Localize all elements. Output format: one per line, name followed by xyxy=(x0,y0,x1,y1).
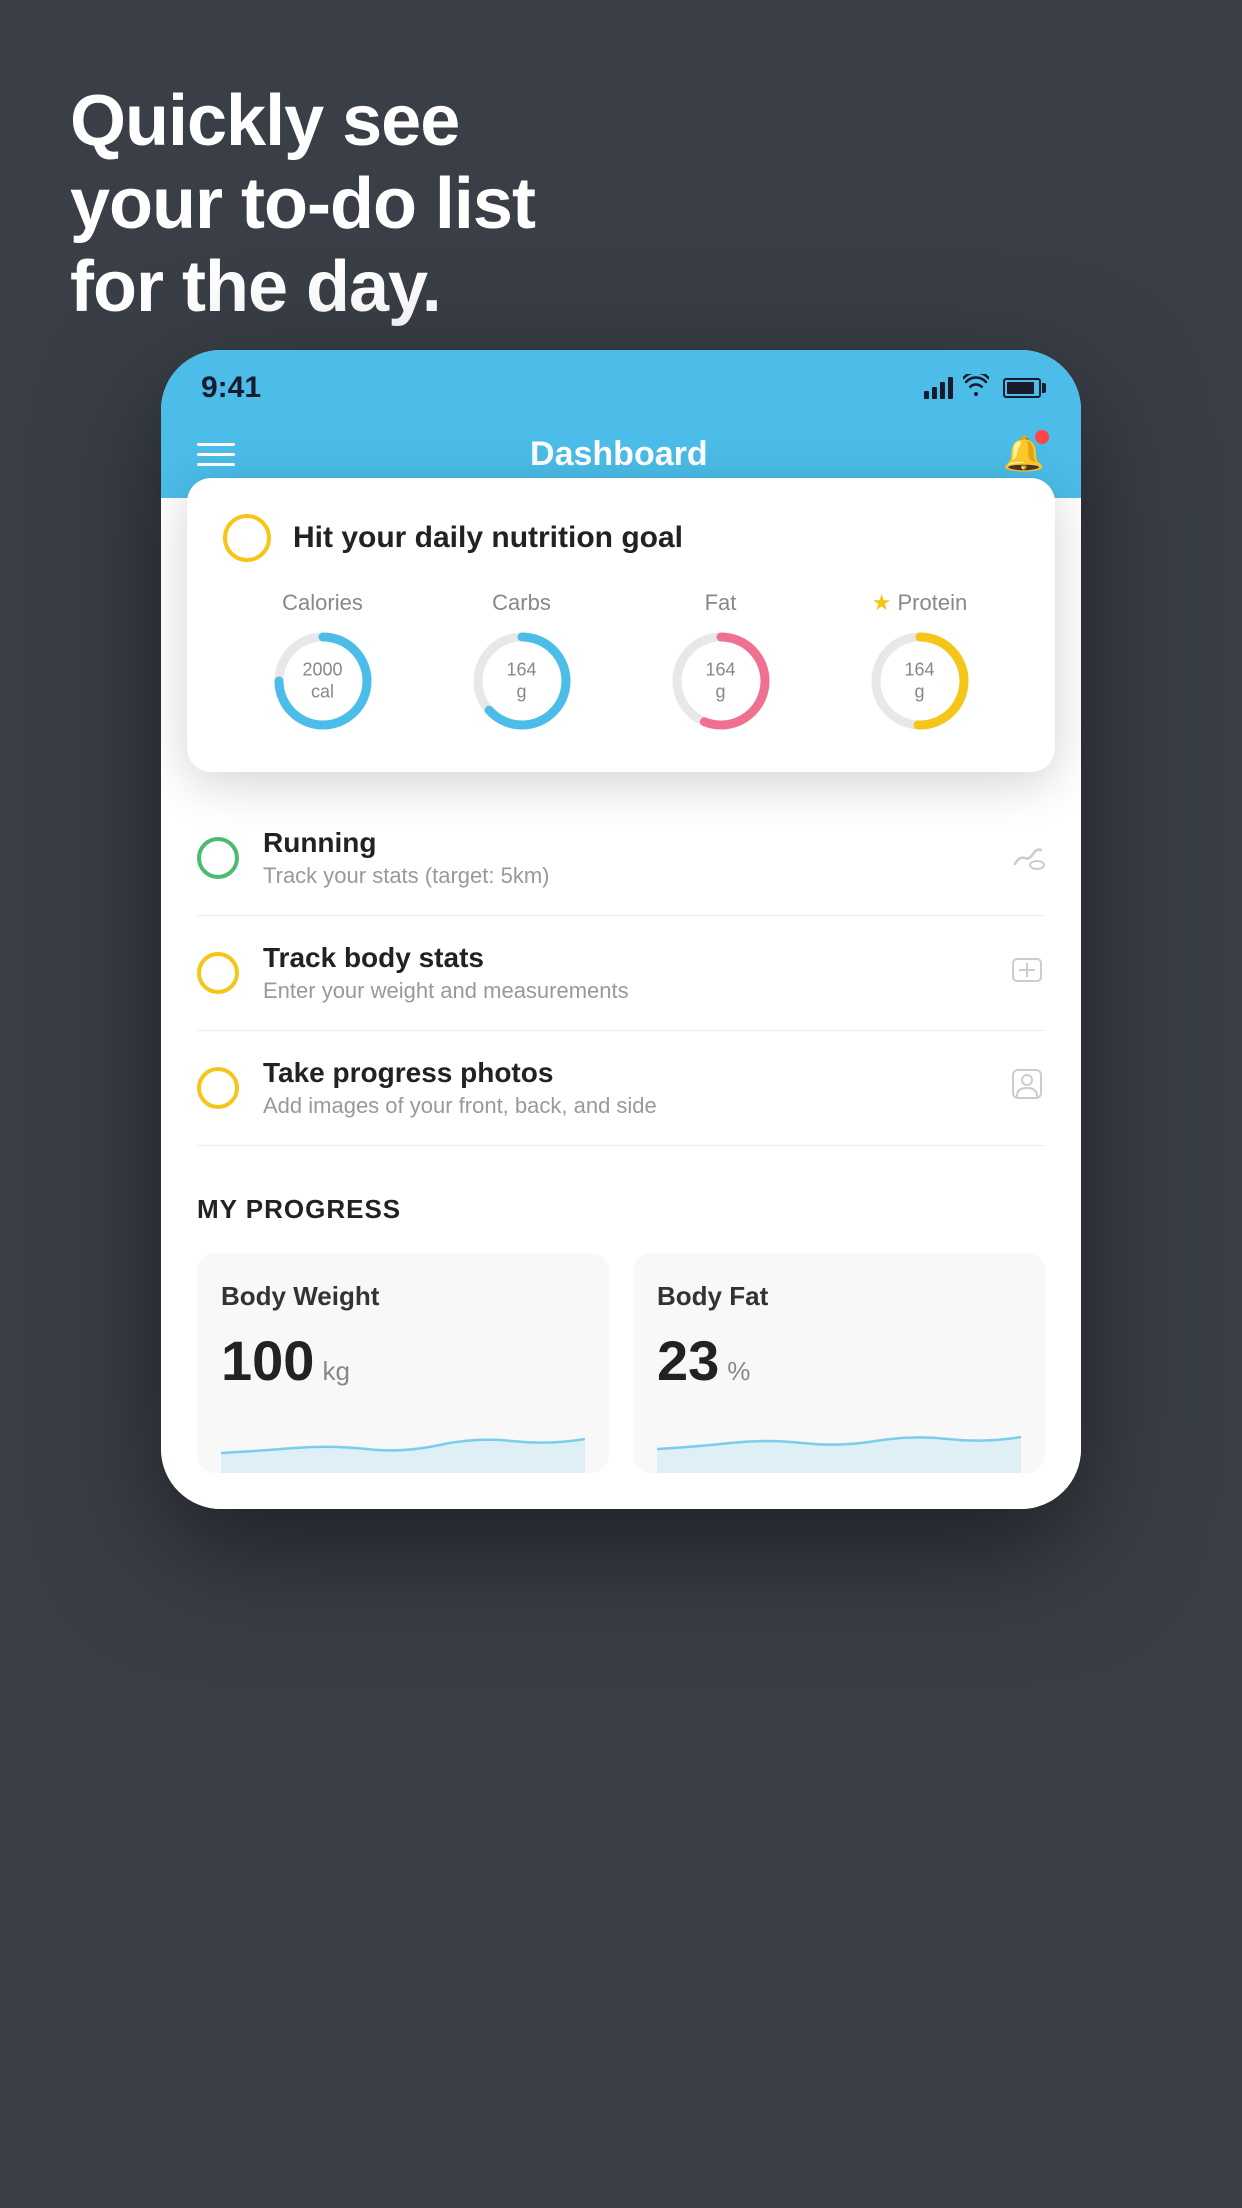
protein-number: 164 xyxy=(904,659,934,681)
running-icon xyxy=(1009,836,1045,880)
status-icons xyxy=(924,374,1041,402)
phone-frame: 9:41 xyxy=(161,350,1081,1509)
hero-line3: for the day. xyxy=(70,246,535,329)
progress-section-title: MY PROGRESS xyxy=(197,1194,1045,1225)
scale-icon xyxy=(1009,951,1045,995)
protein-donut: 164 g xyxy=(865,626,975,736)
protein-star-icon: ★ xyxy=(872,590,892,616)
todo-title-photos: Take progress photos xyxy=(263,1057,985,1089)
protein-value: 164 g xyxy=(904,659,934,702)
carbs-label: Carbs xyxy=(492,590,551,616)
content-area: THINGS TO DO TODAY Hit your daily nutrit… xyxy=(161,498,1081,1509)
todo-subtitle-photos: Add images of your front, back, and side xyxy=(263,1093,985,1119)
nutrition-goal-checkbox[interactable] xyxy=(223,514,271,562)
todo-subtitle-body-stats: Enter your weight and measurements xyxy=(263,978,985,1004)
calories-value: 2000 cal xyxy=(302,659,342,702)
body-fat-chart xyxy=(657,1413,1021,1473)
calories-number: 2000 xyxy=(302,659,342,681)
nav-title: Dashboard xyxy=(530,435,708,474)
todo-subtitle-running: Track your stats (target: 5km) xyxy=(263,863,985,889)
protein-item: ★ Protein 164 g xyxy=(865,590,975,736)
calories-label: Calories xyxy=(282,590,363,616)
wifi-icon xyxy=(963,374,989,402)
nutrition-stats-row: Calories 2000 cal xyxy=(223,590,1019,736)
person-icon xyxy=(1009,1066,1045,1110)
body-fat-card[interactable]: Body Fat 23 % xyxy=(633,1253,1045,1473)
todo-checkbox-running[interactable] xyxy=(197,837,239,879)
body-weight-chart xyxy=(221,1413,585,1473)
todo-item-body-stats[interactable]: Track body stats Enter your weight and m… xyxy=(197,916,1045,1031)
calories-donut: 2000 cal xyxy=(268,626,378,736)
hamburger-menu[interactable] xyxy=(197,443,235,466)
hero-line1: Quickly see xyxy=(70,80,535,163)
hero-line2: your to-do list xyxy=(70,163,535,246)
notification-dot xyxy=(1035,430,1049,444)
todo-checkbox-photos[interactable] xyxy=(197,1067,239,1109)
body-weight-unit: kg xyxy=(322,1356,349,1387)
battery-icon xyxy=(1003,378,1041,398)
hero-text: Quickly see your to-do list for the day. xyxy=(70,80,535,328)
todo-list: Running Track your stats (target: 5km) T… xyxy=(161,801,1081,1146)
body-weight-value: 100 kg xyxy=(221,1328,585,1393)
status-time: 9:41 xyxy=(201,371,261,405)
fat-number: 164 xyxy=(705,659,735,681)
carbs-number: 164 xyxy=(506,659,536,681)
carbs-item: Carbs 164 g xyxy=(467,590,577,736)
notification-bell-icon[interactable]: 🔔 xyxy=(1003,434,1045,474)
body-fat-value: 23 % xyxy=(657,1328,1021,1393)
fat-item: Fat 164 g xyxy=(666,590,776,736)
status-bar: 9:41 xyxy=(161,350,1081,418)
body-fat-unit: % xyxy=(727,1356,750,1387)
signal-icon xyxy=(924,377,953,399)
body-weight-title: Body Weight xyxy=(221,1281,585,1312)
todo-item-running[interactable]: Running Track your stats (target: 5km) xyxy=(197,801,1045,916)
fat-label: Fat xyxy=(705,590,737,616)
calories-item: Calories 2000 cal xyxy=(268,590,378,736)
body-fat-title: Body Fat xyxy=(657,1281,1021,1312)
carbs-donut: 164 g xyxy=(467,626,577,736)
nutrition-card-title: Hit your daily nutrition goal xyxy=(293,521,683,555)
carbs-value: 164 g xyxy=(506,659,536,702)
todo-item-photos[interactable]: Take progress photos Add images of your … xyxy=(197,1031,1045,1146)
todo-title-body-stats: Track body stats xyxy=(263,942,985,974)
progress-cards-row: Body Weight 100 kg xyxy=(197,1253,1045,1473)
fat-value: 164 g xyxy=(705,659,735,702)
nutrition-card: Hit your daily nutrition goal Calories xyxy=(187,478,1055,772)
todo-title-running: Running xyxy=(263,827,985,859)
fat-donut: 164 g xyxy=(666,626,776,736)
todo-checkbox-body-stats[interactable] xyxy=(197,952,239,994)
my-progress-section: MY PROGRESS Body Weight 100 kg xyxy=(161,1146,1081,1509)
body-weight-card[interactable]: Body Weight 100 kg xyxy=(197,1253,609,1473)
protein-label: ★ Protein xyxy=(872,590,967,616)
phone-screen: 9:41 xyxy=(161,350,1081,1509)
